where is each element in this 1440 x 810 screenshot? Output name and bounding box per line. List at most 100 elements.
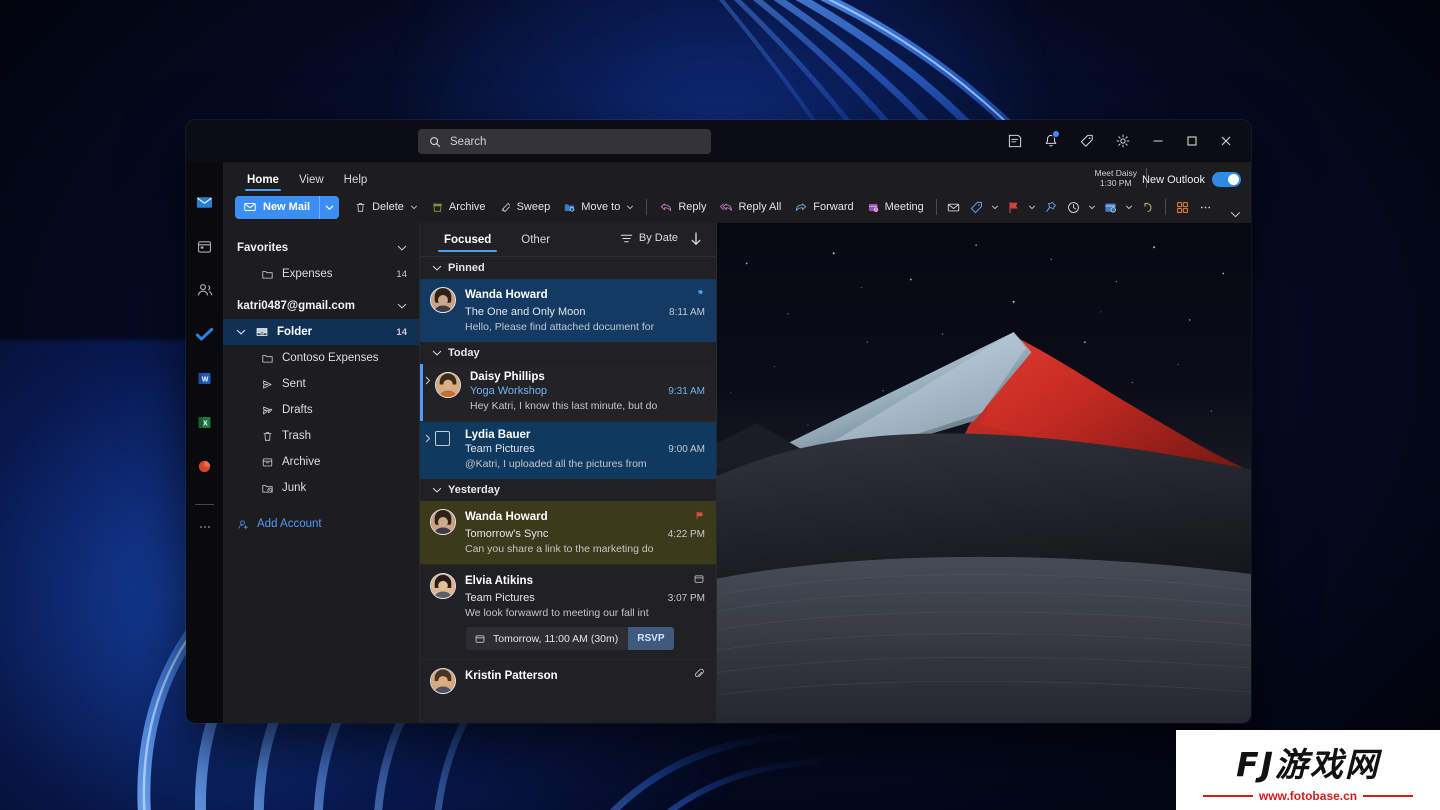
sidebar-item-trash[interactable]: Trash xyxy=(223,423,419,449)
new-outlook-label: New Outlook xyxy=(1142,173,1205,186)
sidebar-item-junk[interactable]: Junk xyxy=(223,475,419,501)
forward-button[interactable]: Forward xyxy=(788,195,859,219)
chevron-down-icon[interactable] xyxy=(397,243,407,253)
list-item[interactable]: Elvia Atikins Team Pictures 3:07 PM We l… xyxy=(420,565,716,660)
calendar-icon[interactable] xyxy=(693,572,705,590)
group-header-yesterday[interactable]: Yesterday xyxy=(420,479,716,501)
tab-focused[interactable]: Focused xyxy=(438,227,498,252)
message-list-scroll[interactable]: Pinned Wanda Howard The One and Only Moo… xyxy=(420,257,716,723)
avatar xyxy=(430,668,456,694)
message-sender: Elvia Atikins xyxy=(465,575,533,587)
flag-icon[interactable] xyxy=(1003,195,1025,219)
chevron-down-icon[interactable] xyxy=(626,203,634,211)
message-preview: Hello, Please find attached document for xyxy=(465,321,655,333)
read-unread-envelope-icon[interactable] xyxy=(943,195,965,219)
archive-label: Archive xyxy=(448,201,486,213)
junk-label: Junk xyxy=(282,482,307,494)
people-app-icon[interactable] xyxy=(193,278,217,302)
close-button[interactable] xyxy=(1209,120,1243,162)
list-item[interactable]: Kristin Patterson xyxy=(420,660,716,703)
more-options-icon[interactable] xyxy=(1195,195,1217,219)
calendar-event-icon[interactable] xyxy=(1100,195,1122,219)
account-group-header[interactable]: katri0487@gmail.com xyxy=(223,293,419,319)
tab-other[interactable]: Other xyxy=(515,227,556,252)
ribbon-expand-chevron-down-icon[interactable] xyxy=(1227,206,1243,222)
minimize-button[interactable] xyxy=(1141,120,1175,162)
move-to-button[interactable]: Move to xyxy=(557,195,640,219)
draft-pencil-icon xyxy=(263,406,273,414)
more-apps-icon[interactable] xyxy=(193,515,217,539)
tag-icon[interactable] xyxy=(1069,120,1105,162)
clock-snooze-icon[interactable] xyxy=(1063,195,1085,219)
rsvp-chip[interactable]: Tomorrow, 11:00 AM (30m) RSVP xyxy=(466,627,674,650)
list-item[interactable]: Daisy Phillips Yoga Workshop 9:31 AM Hey… xyxy=(420,364,716,422)
add-account-button[interactable]: Add Account xyxy=(223,511,419,537)
reply-all-button[interactable]: Reply All xyxy=(713,195,787,219)
sidebar-item-drafts[interactable]: Drafts xyxy=(223,397,419,423)
calendar-dropdown-chevron-down-icon[interactable] xyxy=(1123,195,1136,219)
flag-icon[interactable] xyxy=(694,508,705,526)
watermark-url-row: www.fotobase.cn xyxy=(1203,789,1414,803)
note-icon[interactable] xyxy=(997,120,1033,162)
flag-dropdown-chevron-down-icon[interactable] xyxy=(1026,195,1039,219)
tag-dropdown-chevron-down-icon[interactable] xyxy=(989,195,1002,219)
reading-pane[interactable] xyxy=(716,223,1251,723)
tab-help[interactable]: Help xyxy=(334,174,378,191)
message-subject: The One and Only Moon xyxy=(465,306,586,318)
tab-view[interactable]: View xyxy=(289,174,334,191)
delete-button[interactable]: Delete xyxy=(348,195,424,219)
chevron-down-icon[interactable] xyxy=(432,348,442,361)
list-item[interactable]: Wanda Howard The One and Only Moon 8:11 … xyxy=(420,279,716,342)
group-header-pinned[interactable]: Pinned xyxy=(420,257,716,279)
attachment-icon[interactable] xyxy=(693,667,705,685)
group-header-today[interactable]: Today xyxy=(420,342,716,364)
tab-home[interactable]: Home xyxy=(237,174,289,191)
pin-icon[interactable] xyxy=(1040,195,1062,219)
snooze-dropdown-chevron-down-icon[interactable] xyxy=(1086,195,1099,219)
excel-app-icon[interactable]: X xyxy=(193,410,217,434)
sidebar-item-contoso-expenses[interactable]: Contoso Expenses xyxy=(223,345,419,371)
mail-app-icon[interactable] xyxy=(193,190,217,214)
message-select-checkbox[interactable] xyxy=(435,431,450,446)
bell-icon[interactable] xyxy=(1033,120,1069,162)
contoso-expenses-label: Contoso Expenses xyxy=(282,352,379,364)
undo-icon[interactable] xyxy=(1137,195,1159,219)
photo-mountain-night xyxy=(717,223,1251,723)
gear-icon[interactable] xyxy=(1105,120,1141,162)
new-mail-dropdown[interactable] xyxy=(319,195,339,219)
apps-grid-icon[interactable] xyxy=(1172,195,1194,219)
word-app-icon[interactable]: W xyxy=(193,366,217,390)
chevron-down-icon[interactable] xyxy=(397,301,407,311)
sort-direction-arrow-down-icon[interactable] xyxy=(690,232,702,251)
sidebar-item-sent[interactable]: Sent xyxy=(223,371,419,397)
toggle-switch[interactable] xyxy=(1212,172,1241,187)
expand-chevron-down-icon[interactable] xyxy=(235,327,247,337)
sweep-button[interactable]: Sweep xyxy=(493,195,557,219)
list-item[interactable]: Lydia Bauer Team Pictures 9:00 AM @Katri… xyxy=(420,422,716,479)
rsvp-button[interactable]: RSVP xyxy=(628,627,674,650)
sidebar-item-archive[interactable]: Archive xyxy=(223,449,419,475)
meet-daisy-chip[interactable]: Meet Daisy 1:30 PM xyxy=(1094,169,1137,189)
list-item[interactable]: Wanda Howard Tomorrow's Sync 4:22 PM Can… xyxy=(420,501,716,565)
chevron-down-icon[interactable] xyxy=(432,263,442,276)
favorites-group-header[interactable]: Favorites xyxy=(223,235,419,261)
calendar-app-icon[interactable] xyxy=(193,234,217,258)
sidebar-item-expenses[interactable]: Expenses 14 xyxy=(223,261,419,287)
meeting-button[interactable]: Meeting xyxy=(861,195,930,219)
sidebar-item-folder[interactable]: Folder 14 xyxy=(223,319,419,345)
todo-app-icon[interactable] xyxy=(193,322,217,346)
maximize-button[interactable] xyxy=(1175,120,1209,162)
new-mail-button[interactable]: New Mail xyxy=(235,195,340,219)
archive-button[interactable]: Archive xyxy=(425,195,492,219)
new-outlook-toggle[interactable]: New Outlook xyxy=(1142,172,1241,187)
chevron-down-icon[interactable] xyxy=(432,485,442,498)
chevron-down-icon[interactable] xyxy=(410,203,418,211)
pin-icon[interactable] xyxy=(694,286,705,304)
tag-icon[interactable] xyxy=(966,195,988,219)
powerpoint-app-icon[interactable] xyxy=(193,454,217,478)
expand-thread-chevron-right-icon[interactable] xyxy=(423,376,433,385)
sort-by-button[interactable]: By Date xyxy=(620,232,678,244)
search-input[interactable]: Search xyxy=(418,129,711,154)
reply-button[interactable]: Reply xyxy=(653,195,712,219)
expand-thread-chevron-right-icon[interactable] xyxy=(423,434,433,443)
